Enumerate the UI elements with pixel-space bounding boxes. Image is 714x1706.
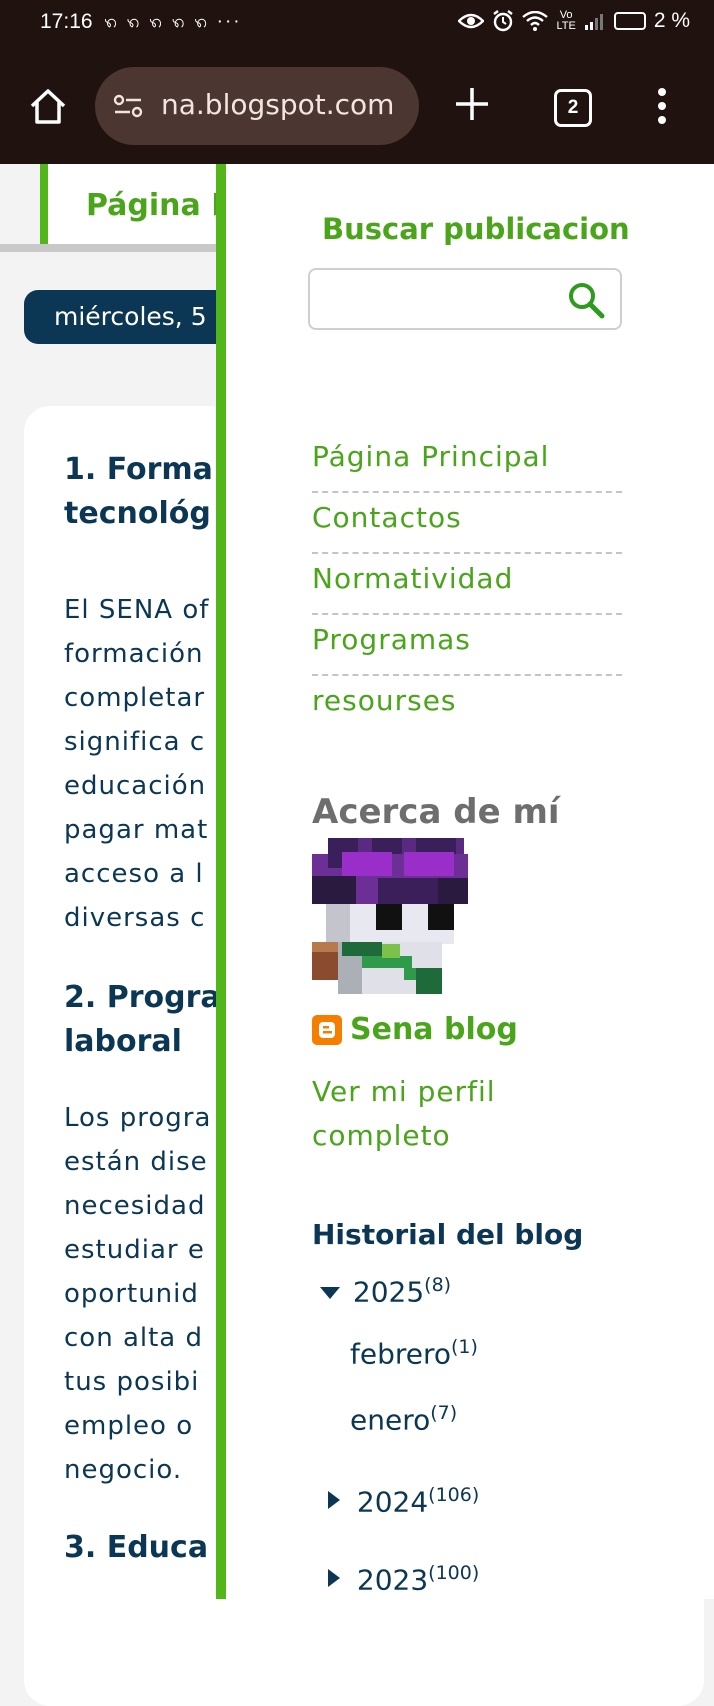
search-widget [308, 268, 622, 330]
battery-icon [613, 12, 646, 30]
archive-count: (1) [451, 1336, 478, 1358]
profile-row: Sena blog [312, 1012, 518, 1047]
about-title: Acerca de mí [312, 792, 560, 832]
notification-icons: ꩫ ꩫ ꩫ ꩫ ꩫ ··· [104, 11, 242, 32]
site-settings-icon[interactable] [113, 93, 143, 119]
post-text-line: oportunid [64, 1279, 199, 1309]
browser-toolbar: na.blogspot.com 2 [0, 46, 714, 164]
triangle-down-icon[interactable] [318, 1285, 344, 1301]
archive-count: (8) [424, 1274, 452, 1296]
post-text-line: formación [64, 639, 204, 669]
alarm-icon [493, 10, 514, 32]
tab-switcher-button[interactable]: 2 [554, 89, 592, 127]
post-text-line: estudiar e [64, 1235, 205, 1265]
archive-count: (106) [428, 1484, 480, 1506]
post-text-line: El SENA of [64, 595, 210, 625]
archive-label: enero [350, 1403, 431, 1437]
new-tab-icon[interactable] [452, 84, 492, 124]
post-text-line: empleo o [64, 1411, 194, 1441]
post-text-line: diversas c [64, 903, 206, 933]
post-heading-line: laboral [64, 1024, 182, 1059]
triangle-right-icon[interactable] [322, 1489, 348, 1511]
archive-label: 2024 [356, 1485, 429, 1519]
blog-archive-title: Historial del blog [312, 1218, 584, 1251]
search-icon[interactable] [566, 280, 606, 320]
archive-count: (7) [430, 1402, 458, 1424]
status-time: 17:16 [40, 10, 93, 33]
status-bar: 17:16 ꩫ ꩫ ꩫ ꩫ ꩫ ··· Vo LTE 2 % [0, 0, 714, 46]
triangle-right-icon[interactable] [322, 1567, 348, 1589]
archive-month-febrero[interactable]: febrero(1) [350, 1336, 478, 1370]
post-text-line: acceso a l [64, 859, 204, 889]
address-bar[interactable]: na.blogspot.com [95, 67, 419, 145]
volte-indicator: Vo LTE [556, 9, 576, 32]
post-text-line: necesidad [64, 1191, 206, 1221]
pages-list: Página Principal Contactos Normatividad Pro… [312, 432, 622, 737]
sidebar-page-link[interactable]: Página Principal [312, 432, 622, 493]
blogger-icon [312, 1014, 342, 1045]
search-widget-title: Buscar publicacion [322, 212, 630, 246]
archive-year-2023[interactable]: 2023(100) [322, 1562, 479, 1596]
post-heading-line: 3. Educa [64, 1530, 209, 1565]
post-text-line: tus posibi [64, 1367, 200, 1397]
wifi-icon [522, 11, 549, 31]
post-text-line: están dise [64, 1147, 208, 1177]
archive-count: (100) [428, 1562, 480, 1584]
profile-avatar[interactable] [312, 838, 468, 994]
sidebar-page-link[interactable]: Normatividad [312, 554, 622, 615]
post-text-line: significa c [64, 727, 206, 757]
home-icon[interactable] [28, 86, 68, 126]
post-text-line: con alta d [64, 1323, 203, 1353]
sidebar-page-link[interactable]: Programas [312, 615, 622, 676]
archive-year-2024[interactable]: 2024(106) [322, 1484, 479, 1518]
post-text-line: completar [64, 683, 206, 713]
post-heading-line: 1. Forma [64, 452, 213, 487]
post-text-line: negocio. [64, 1455, 183, 1485]
archive-month-enero[interactable]: enero(7) [350, 1402, 457, 1436]
post-text-line: pagar mat [64, 815, 209, 845]
post-heading-line: tecnológ [64, 496, 211, 531]
post-heading-line: 2. Progra [64, 980, 221, 1015]
url-text: na.blogspot.com [161, 88, 395, 121]
eye-icon [458, 13, 485, 29]
sidebar-page-link[interactable]: resourses [312, 676, 622, 737]
signal-icon [584, 14, 603, 30]
post-text-line: educación [64, 771, 207, 801]
archive-label: 2025 [352, 1275, 425, 1309]
archive-label: 2023 [356, 1563, 429, 1597]
profile-name-link[interactable]: Sena blog [350, 1012, 518, 1047]
archive-year-2025[interactable]: 2025(8) [318, 1274, 451, 1308]
battery-level: 2 % [653, 9, 690, 32]
view-profile-link[interactable]: Ver mi perfil completo [312, 1070, 552, 1158]
more-menu-icon[interactable] [656, 86, 668, 126]
sidebar-page-link[interactable]: Contactos [312, 493, 622, 554]
archive-label: febrero [350, 1337, 452, 1371]
post-text-line: Los progra [64, 1103, 212, 1133]
sidebar-drawer: Buscar publicacion Página Principal Conta… [216, 164, 714, 1599]
status-right: Vo LTE 2 % [458, 9, 690, 33]
search-input[interactable] [320, 278, 554, 320]
